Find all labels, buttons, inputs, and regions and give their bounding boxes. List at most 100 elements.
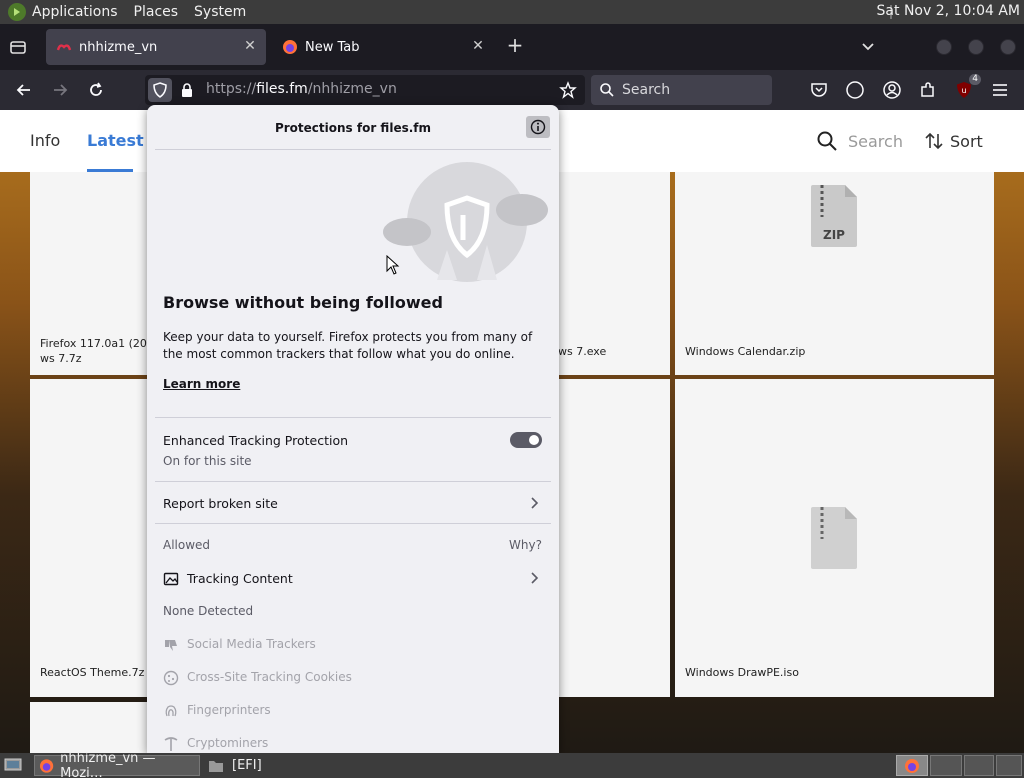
firefox-icon [39, 758, 54, 773]
social-media-trackers-item: Social Media Trackers [187, 637, 316, 651]
file-name: Firefox 117.0a1 (202 ws 7.7z [40, 337, 154, 365]
folder-icon [209, 760, 223, 772]
account-icon[interactable] [881, 79, 903, 101]
firefox-favicon-icon [282, 39, 298, 55]
search-placeholder: Search [622, 82, 671, 98]
info-icon[interactable] [526, 116, 550, 138]
pocket-icon[interactable] [808, 79, 830, 101]
divider [155, 481, 551, 482]
mouse-cursor-icon [386, 254, 400, 275]
zip-file-icon: ZIP [809, 183, 859, 249]
ublock-badge-count: 4 [969, 74, 981, 85]
file-name: ws 7.exe [558, 345, 607, 358]
fingerprint-icon [163, 703, 179, 719]
maximize-window-button[interactable] [968, 39, 984, 55]
sort-arrows-icon[interactable] [924, 131, 944, 151]
protections-header: Protections for files.fm [147, 105, 559, 149]
url-text: https://files.fm/nhhizme_vn [206, 81, 397, 97]
navigation-toolbar: https://files.fm/nhhizme_vn Search u 4 [0, 70, 1024, 110]
filesfm-favicon-icon [56, 39, 72, 55]
chevron-down-icon[interactable] [858, 36, 878, 56]
search-bar[interactable]: Search [591, 75, 772, 105]
hamburger-menu-icon[interactable] [989, 79, 1011, 101]
file-card[interactable]: ZIP Windows Calendar.zip [675, 172, 994, 375]
lock-icon[interactable] [179, 82, 195, 98]
taskbar-item-label: [EFI] [232, 758, 262, 773]
tab-label: nhhizme_vn [79, 39, 158, 55]
menu-system[interactable]: System [194, 4, 246, 20]
thumbs-down-icon [163, 637, 179, 653]
fingerprinters-item: Fingerprinters [187, 703, 271, 717]
back-arrow-icon[interactable] [12, 78, 36, 102]
extension-circle-icon[interactable] [844, 79, 866, 101]
workspace-3[interactable] [964, 755, 994, 776]
minimize-window-button[interactable] [936, 39, 952, 55]
allowed-label: Allowed [163, 538, 211, 552]
forward-arrow-icon[interactable] [48, 78, 72, 102]
workspace-2[interactable] [930, 755, 962, 776]
reload-icon[interactable] [84, 78, 108, 102]
close-tab-icon[interactable]: ✕ [470, 38, 486, 54]
tracking-content-button[interactable]: Tracking Content [187, 571, 293, 586]
workspace-1[interactable] [896, 755, 928, 776]
toggle-knob [529, 435, 539, 445]
report-broken-site-button[interactable]: Report broken site [163, 496, 278, 511]
top-panel: Applications Places System Sat Nov 2, 10… [0, 0, 1024, 24]
clock[interactable]: Sat Nov 2, 10:04 AM [877, 3, 1020, 19]
tab-latest[interactable]: Latest [87, 131, 144, 150]
tab-new-tab[interactable]: New Tab ✕ [272, 29, 494, 65]
show-desktop-icon[interactable] [4, 757, 22, 773]
ublock-origin-icon[interactable]: u 4 [953, 74, 981, 101]
tab-label: New Tab [305, 39, 360, 55]
sort-label[interactable]: Sort [950, 132, 983, 151]
cross-site-cookies-item: Cross-Site Tracking Cookies [187, 670, 352, 684]
taskbar-item-label: nhhizme_vn — Mozi… [60, 750, 156, 778]
file-name: Windows Calendar.zip [685, 345, 806, 358]
search-icon [599, 82, 615, 98]
etp-label: Enhanced Tracking Protection [163, 433, 349, 448]
workspace-4[interactable] [996, 755, 1022, 776]
url-bar[interactable]: https://files.fm/nhhizme_vn [145, 75, 585, 105]
tab-list-icon[interactable] [8, 37, 28, 57]
learn-more-link[interactable]: Learn more [163, 377, 240, 391]
menu-places[interactable]: Places [134, 4, 179, 20]
menu-applications[interactable]: Applications [32, 4, 118, 20]
protections-description: Keep your data to yourself. Firefox prot… [163, 330, 533, 361]
cookie-icon [163, 670, 179, 686]
image-icon [163, 571, 179, 587]
cryptominers-item: Cryptominers [187, 736, 269, 750]
chevron-right-icon[interactable] [527, 571, 541, 585]
tab-info[interactable]: Info [30, 131, 60, 150]
taskbar-item-efi[interactable]: [EFI] [204, 755, 344, 776]
tab-nhhizme[interactable]: nhhizme_vn ✕ [46, 29, 266, 65]
tracking-shield-icon[interactable] [148, 78, 172, 102]
protections-panel: Protections for files.fm Browse without … [147, 105, 559, 753]
etp-toggle[interactable] [510, 432, 542, 448]
bookmark-star-icon[interactable] [559, 81, 577, 99]
file-card[interactable]: Windows DrawPE.iso [675, 379, 994, 697]
extensions-puzzle-icon[interactable] [917, 79, 939, 101]
svg-text:ZIP: ZIP [823, 228, 845, 242]
close-tab-icon[interactable]: ✕ [242, 38, 258, 54]
file-name: Windows DrawPE.iso [685, 666, 799, 679]
archive-file-icon [809, 505, 859, 571]
divider [155, 417, 551, 418]
file-name: ReactOS Theme.7z [40, 666, 145, 679]
new-tab-plus-icon[interactable]: + [505, 35, 525, 56]
why-link[interactable]: Why? [509, 538, 542, 552]
search-icon[interactable] [816, 130, 838, 152]
divider [155, 523, 551, 524]
chevron-right-icon[interactable] [527, 496, 541, 510]
protections-title: Protections for files.fm [274, 121, 432, 135]
etp-status: On for this site [163, 454, 252, 468]
protections-headline: Browse without being followed [163, 293, 443, 312]
shield-illustration-icon [377, 160, 557, 290]
gnome-logo-icon[interactable] [8, 3, 26, 21]
taskbar-item-firefox[interactable]: nhhizme_vn — Mozi… [34, 751, 200, 778]
divider [155, 149, 551, 150]
none-detected-label: None Detected [163, 604, 254, 618]
page-search-label[interactable]: Search [848, 132, 903, 151]
svg-text:u: u [961, 86, 966, 95]
close-window-button[interactable] [1000, 39, 1016, 55]
tab-strip: nhhizme_vn ✕ New Tab ✕ + [0, 24, 1024, 70]
